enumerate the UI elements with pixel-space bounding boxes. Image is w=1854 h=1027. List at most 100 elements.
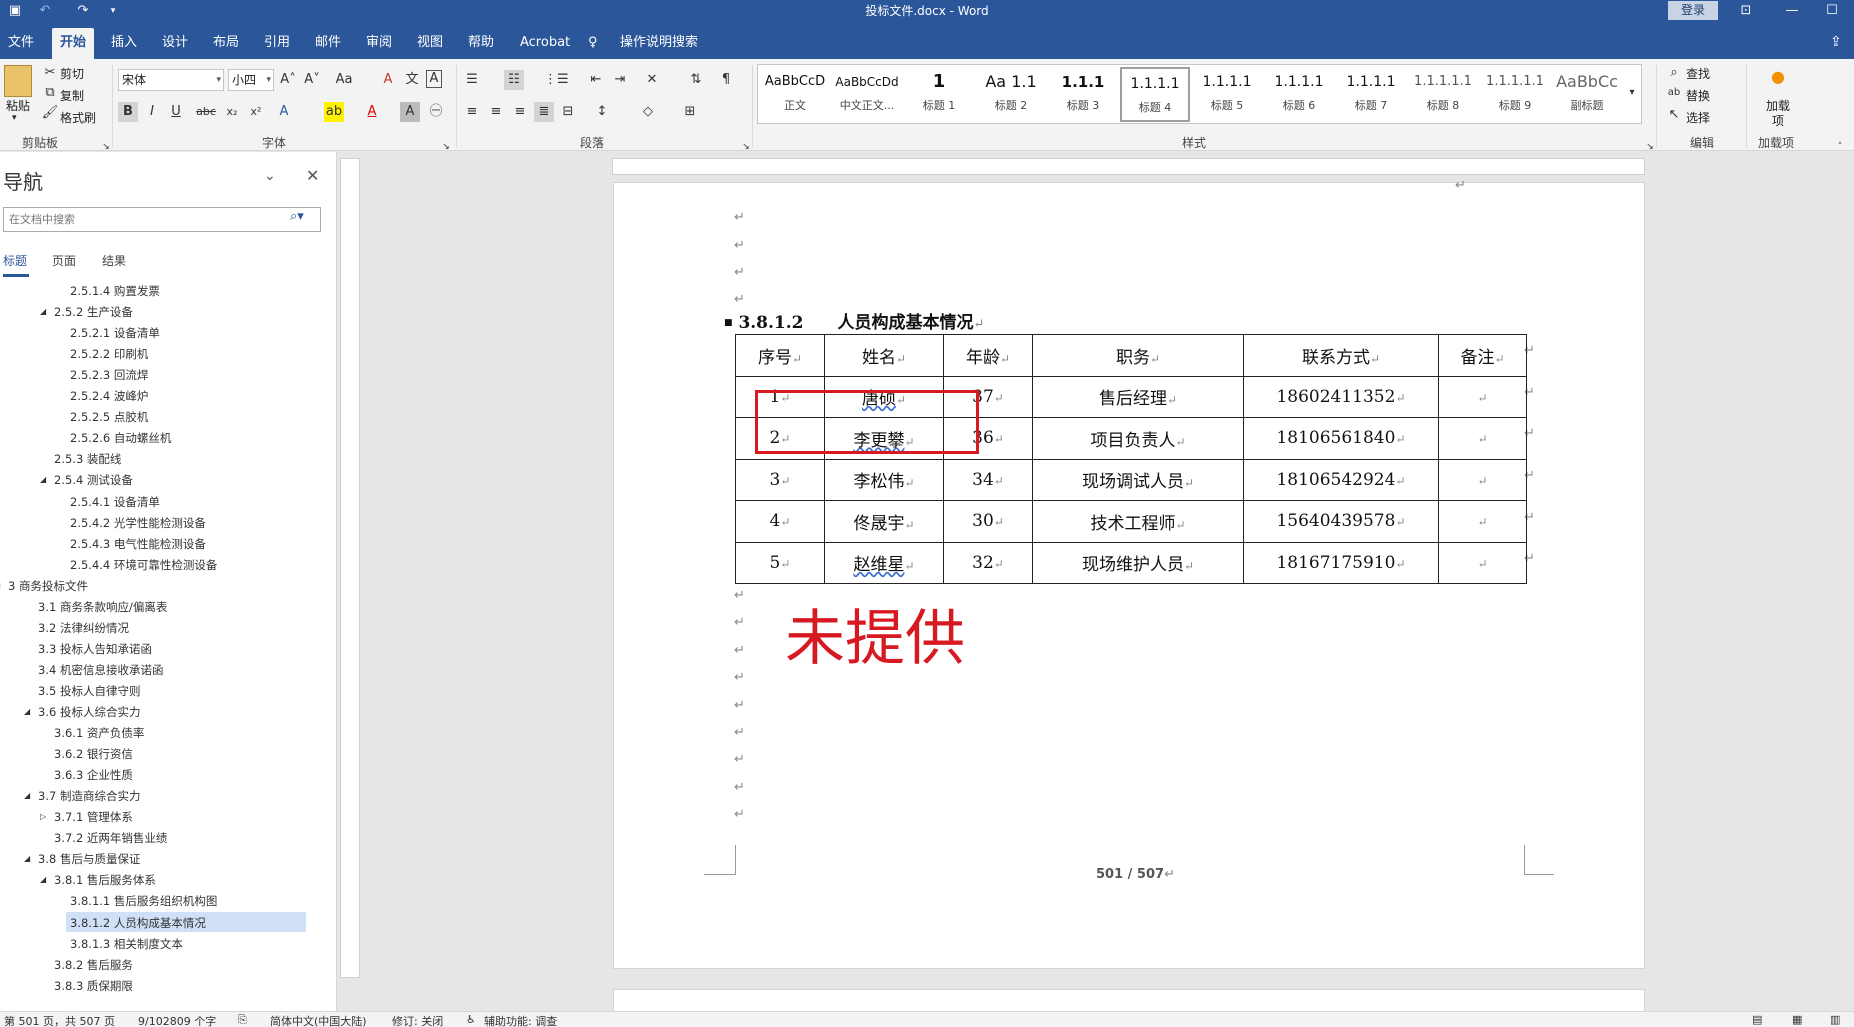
align-right-icon[interactable]: ≡ — [510, 102, 530, 122]
style-chinese-normal[interactable]: AaBbCcDd 中文正文... — [832, 67, 902, 122]
maximize-icon[interactable]: ☐ — [1812, 0, 1852, 22]
table-cell[interactable]: 佟晟宇↵ — [824, 500, 944, 543]
nav-item[interactable]: 2.5.4.1 设备清单 — [70, 492, 160, 512]
select-button[interactable]: 选择 — [1686, 109, 1710, 126]
style-heading-4[interactable]: 1.1.1.1 标题 4 — [1120, 67, 1190, 122]
copy-button[interactable]: 复制 — [60, 87, 84, 104]
close-icon[interactable]: ✕ — [306, 166, 319, 185]
nav-item[interactable]: 3.5 投标人自律守则 — [38, 681, 140, 701]
style-heading-6[interactable]: 1.1.1.1 标题 6 — [1264, 67, 1334, 122]
distributed-icon[interactable]: ⊟ — [558, 102, 578, 122]
tab-insert[interactable]: 插入 — [103, 28, 145, 59]
bullets-icon[interactable]: ☰ — [462, 70, 482, 90]
tab-help[interactable]: 帮助 — [460, 28, 502, 59]
sort-icon[interactable]: ⇅ — [686, 70, 706, 90]
nav-search-input[interactable]: 在文档中搜索 — [3, 207, 321, 232]
table-cell[interactable]: 现场调试人员↵ — [1032, 458, 1244, 501]
table-cell[interactable]: 18106542924↵ — [1243, 458, 1439, 501]
minimize-icon[interactable]: — — [1772, 0, 1812, 22]
tab-layout[interactable]: 布局 — [205, 28, 247, 59]
table-cell[interactable]: 李松伟↵ — [824, 458, 944, 501]
tab-design[interactable]: 设计 — [154, 28, 196, 59]
character-shading-icon[interactable]: A — [400, 102, 420, 122]
styles-more-icon[interactable]: ▾ — [1622, 83, 1642, 103]
paste-icon[interactable] — [4, 65, 32, 97]
phonetic-guide-icon[interactable]: 文 — [402, 70, 422, 90]
nav-item[interactable]: 3.8.3 质保期限 — [54, 976, 133, 996]
table-header-cell[interactable]: 序号↵ — [735, 334, 825, 377]
table-cell[interactable]: 3↵ — [735, 458, 825, 501]
clear-formatting-icon[interactable]: A — [378, 70, 398, 90]
font-name-combo[interactable]: 宋体 ▾ — [118, 69, 224, 91]
nav-item[interactable]: 3.8.1.3 相关制度文本 — [70, 934, 183, 954]
addins-button[interactable]: 加载项 — [1764, 99, 1792, 129]
table-cell[interactable]: 5↵ — [735, 541, 825, 584]
nav-item[interactable]: 3.6.3 企业性质 — [54, 765, 133, 785]
tab-mailings[interactable]: 邮件 — [307, 28, 349, 59]
nav-item[interactable]: 2.5.4 测试设备 — [54, 470, 133, 490]
enclose-characters-icon[interactable]: ㊀ — [426, 102, 446, 122]
align-center-icon[interactable]: ≡ — [486, 102, 506, 122]
nav-item[interactable]: 3.6.1 资产负债率 — [54, 723, 144, 743]
nav-item[interactable]: 3.7.1 管理体系 — [54, 807, 133, 827]
style-heading-3[interactable]: 1.1.1 标题 3 — [1048, 67, 1118, 122]
underline-icon[interactable]: U — [166, 102, 186, 122]
table-cell[interactable]: 18106561840↵ — [1243, 417, 1439, 460]
find-button[interactable]: 查找 — [1686, 65, 1710, 82]
status-track-changes[interactable]: 修订: 关闭 — [392, 1013, 443, 1027]
font-size-combo[interactable]: 小四 ▾ — [228, 69, 274, 91]
table-cell[interactable]: 34↵ — [943, 458, 1033, 501]
italic-icon[interactable]: I — [142, 102, 162, 122]
paragraph-launcher-icon[interactable]: ↘ — [736, 137, 756, 157]
table-cell[interactable]: ↵ — [1438, 500, 1527, 543]
table-cell[interactable]: 30↵ — [943, 500, 1033, 543]
tab-review[interactable]: 审阅 — [358, 28, 400, 59]
nav-tab-pages[interactable]: 页面 — [52, 252, 76, 269]
styles-launcher-icon[interactable]: ↘ — [1640, 137, 1660, 157]
table-header-cell[interactable]: 职务↵ — [1032, 334, 1244, 377]
table-header-cell[interactable]: 联系方式↵ — [1243, 334, 1439, 377]
tab-file[interactable]: 文件 — [0, 28, 42, 59]
table-cell[interactable]: 15640439578↵ — [1243, 500, 1439, 543]
cut-button[interactable]: 剪切 — [60, 65, 84, 82]
nav-item[interactable]: 3.7.2 近两年销售业绩 — [54, 828, 167, 848]
nav-item[interactable]: 2.5.2.4 波峰炉 — [70, 386, 148, 406]
nav-item[interactable]: 3.8 售后与质量保证 — [38, 849, 140, 869]
vertical-ruler[interactable] — [340, 158, 360, 978]
style-heading-5[interactable]: 1.1.1.1 标题 5 — [1192, 67, 1262, 122]
nav-item[interactable]: 2.5.4.4 环境可靠性检测设备 — [70, 555, 217, 575]
nav-item[interactable]: 3 商务投标文件 — [8, 576, 88, 596]
table-cell[interactable]: 18167175910↵ — [1243, 541, 1439, 584]
format-painter-button[interactable]: 格式刷 — [60, 109, 96, 126]
nav-item[interactable]: 2.5.2.5 点胶机 — [70, 407, 148, 427]
numbering-icon[interactable]: ☷ — [504, 70, 524, 90]
nav-item[interactable]: 2.5.3 装配线 — [54, 449, 121, 469]
nav-expand-icon[interactable]: ◢ — [24, 702, 30, 722]
subscript-icon[interactable]: x₂ — [222, 102, 242, 122]
style-heading-1[interactable]: 1 标题 1 — [904, 67, 974, 122]
grow-font-icon[interactable]: A˄ — [278, 70, 298, 90]
nav-expand-icon[interactable]: ◢ — [40, 470, 46, 490]
horizontal-ruler[interactable] — [612, 158, 1645, 175]
paste-dropdown-icon[interactable]: ▾ — [12, 113, 17, 123]
status-language[interactable]: 简体中文(中国大陆) — [270, 1013, 367, 1027]
increase-indent-icon[interactable]: ⇥ — [610, 70, 630, 90]
ribbon-display-options-icon[interactable]: ⊡ — [1726, 0, 1766, 22]
share-icon[interactable]: ⇪ — [1830, 28, 1842, 59]
status-page[interactable]: 第 501 页，共 507 页 — [4, 1013, 115, 1027]
status-accessibility[interactable]: 辅助功能: 调查 — [484, 1013, 557, 1027]
character-border-icon[interactable]: A — [426, 70, 442, 88]
nav-item[interactable]: 3.8.1.1 售后服务组织机构图 — [70, 891, 217, 911]
tab-home[interactable]: 开始 — [52, 28, 95, 59]
nav-item[interactable]: 2.5.2.1 设备清单 — [70, 323, 160, 343]
bold-icon[interactable]: B — [118, 102, 138, 122]
tab-acrobat[interactable]: Acrobat — [512, 28, 578, 59]
read-mode-icon[interactable]: ▤ — [1752, 1013, 1762, 1026]
accessibility-icon[interactable]: ♿ — [466, 1013, 476, 1026]
nav-expand-icon[interactable]: ◢ — [40, 302, 46, 322]
table-header-cell[interactable]: 姓名↵ — [824, 334, 944, 377]
nav-item[interactable]: 3.1 商务条款响应/偏离表 — [38, 597, 167, 617]
justify-icon[interactable]: ≣ — [534, 102, 554, 122]
tell-me-search[interactable]: 操作说明搜索 — [612, 28, 706, 59]
nav-item[interactable]: 2.5.2 生产设备 — [54, 302, 133, 322]
